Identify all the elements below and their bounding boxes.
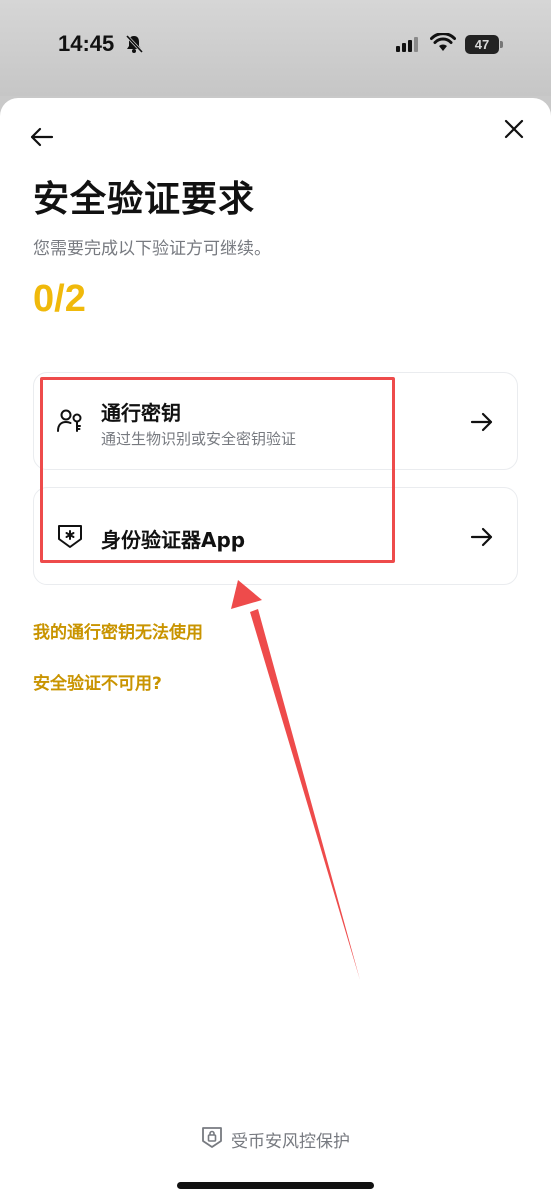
passkey-unavailable-link[interactable]: 我的通行密钥无法使用 [33,618,203,643]
arrow-right-icon [470,526,494,552]
arrow-right-icon [470,411,494,437]
home-indicator[interactable] [177,1182,374,1189]
page-subtitle: 您需要完成以下验证方可继续。 [33,239,271,259]
annotation-highlight-box [40,377,395,563]
verification-unavailable-link[interactable]: 安全验证不可用? [33,669,162,694]
battery-tip [500,41,503,48]
back-button[interactable] [28,124,56,150]
verification-progress: 0/2 [33,278,86,320]
shield-lock-icon [201,1125,223,1154]
footer: 受币安风控保护 [0,1125,551,1154]
status-time: 14:45 [58,31,115,56]
arrow-left-icon [30,127,54,147]
wifi-icon [430,32,456,57]
status-bar: 14:45 47 [0,0,551,96]
battery-level: 47 [465,35,499,54]
verification-sheet [0,98,551,1200]
bell-slash-icon [124,34,144,58]
close-icon [504,119,524,139]
footer-label: 受币安风控保护 [231,1132,350,1152]
page-title: 安全验证要求 [33,179,256,220]
cellular-signal-icon [396,36,422,56]
close-button[interactable] [502,117,526,141]
battery-icon: 47 [465,35,503,54]
